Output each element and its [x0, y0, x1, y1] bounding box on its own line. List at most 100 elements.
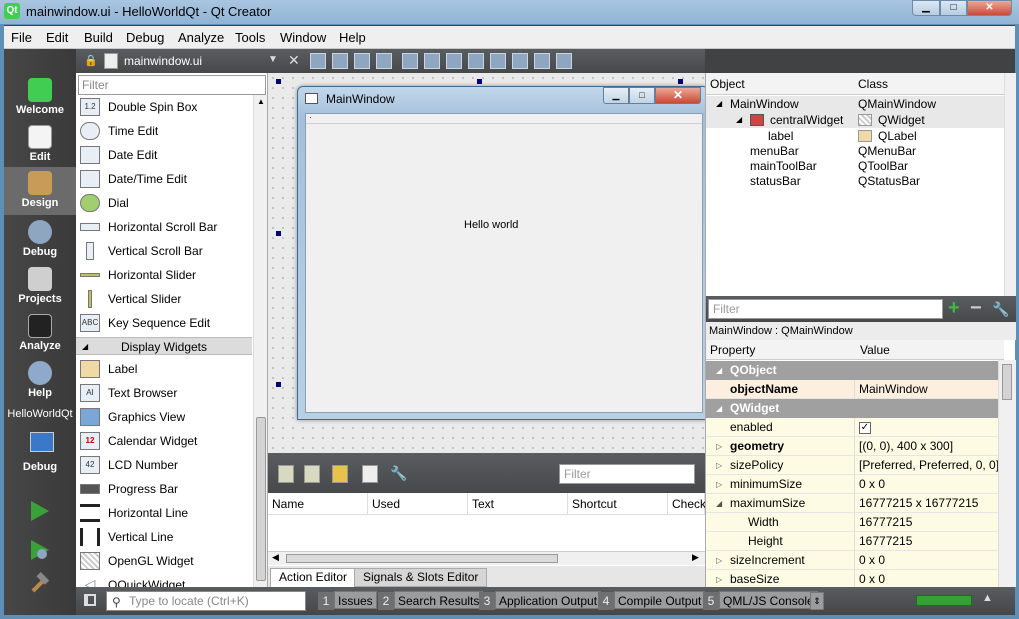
add-dynamic-property-icon[interactable]: +	[948, 298, 960, 318]
new-action-icon[interactable]	[278, 465, 294, 483]
debug-run-icon[interactable]	[28, 538, 52, 562]
tab-signals-slots-editor[interactable]: Signals & Slots Editor	[354, 568, 488, 587]
property-row-height[interactable]: Height 16777215	[706, 532, 998, 551]
menu-tools[interactable]: Tools	[235, 30, 265, 45]
column-header-used[interactable]: Used	[368, 493, 468, 515]
property-value[interactable]: 16777215 x 16777215	[855, 494, 998, 513]
widget-item-vertical-scroll-bar[interactable]: Vertical Scroll Bar	[76, 239, 252, 263]
property-row-width[interactable]: Width 16777215	[706, 513, 998, 532]
scrollbar-thumb[interactable]	[1002, 364, 1012, 400]
scrollbar-thumb[interactable]	[286, 554, 558, 563]
form-central-widget[interactable]: · Hello world	[305, 113, 703, 413]
break-layout-icon[interactable]	[534, 53, 550, 69]
mode-projects[interactable]: Projects	[4, 263, 76, 309]
widget-item-lcd-number[interactable]: 42 LCD Number	[76, 453, 252, 477]
selection-handle[interactable]	[276, 231, 281, 236]
menu-help[interactable]: Help	[339, 30, 366, 45]
property-value[interactable]: [(0, 0), 400 x 300]	[855, 437, 998, 456]
expand-arrow-icon[interactable]: ▷	[716, 570, 722, 587]
property-value[interactable]: [Preferred, Preferred, 0, 0]	[855, 456, 998, 475]
collapse-arrow-icon[interactable]: ◢	[716, 494, 722, 513]
action-filter-input[interactable]: Filter	[559, 464, 695, 484]
widget-item-vertical-line[interactable]: Vertical Line	[76, 525, 252, 549]
window-close-button[interactable]: ✕	[967, 0, 1012, 16]
property-row-sizepolicy[interactable]: sizePolicy ▷ [Preferred, Preferred, 0, 0…	[706, 456, 998, 475]
widget-item-dial[interactable]: Dial	[76, 191, 252, 215]
property-value[interactable]: MainWindow	[855, 380, 998, 399]
property-editor-scrollbar[interactable]	[998, 360, 1016, 587]
widget-item-key-sequence-edit[interactable]: ABC Key Sequence Edit	[76, 311, 252, 335]
configure-wrench-icon[interactable]: 🔧	[390, 465, 407, 482]
scroll-up-arrow-icon[interactable]: ▲	[257, 97, 265, 106]
selection-handle[interactable]	[678, 79, 683, 84]
expand-arrow-icon[interactable]: ▷	[716, 456, 722, 475]
edit-buddies-icon[interactable]	[354, 53, 370, 69]
property-row-maximumsize[interactable]: maximumSize ◢ 16777215 x 16777215	[706, 494, 998, 513]
column-header-class[interactable]: Class	[858, 77, 888, 91]
widget-item-progress-bar[interactable]: Progress Bar	[76, 477, 252, 501]
widget-item-time-edit[interactable]: Time Edit	[76, 119, 252, 143]
property-row-sizeincrement[interactable]: sizeIncrement ▷ 0 x 0	[706, 551, 998, 570]
object-row-label[interactable]: label QLabel	[706, 128, 1004, 144]
widget-item-double-spin-box[interactable]: 1.2 Double Spin Box	[76, 95, 252, 119]
scroll-right-arrow-icon[interactable]: ▶	[692, 552, 699, 563]
layout-form-icon[interactable]	[490, 53, 506, 69]
layout-splitter-h-icon[interactable]	[446, 53, 462, 69]
menu-build[interactable]: Build	[84, 30, 113, 45]
property-row-minimumsize[interactable]: minimumSize ▷ 0 x 0	[706, 475, 998, 494]
category-display-widgets[interactable]: ◢ Display Widgets	[76, 337, 252, 355]
selection-handle[interactable]	[477, 79, 482, 84]
column-header-object[interactable]: Object	[710, 77, 745, 91]
expand-arrow-icon[interactable]: ◢	[716, 96, 722, 112]
output-tab-compile-output[interactable]: 4 Compile Output	[598, 591, 706, 611]
selection-handle[interactable]	[276, 382, 281, 387]
progress-details-up-icon[interactable]: ▲	[982, 592, 993, 604]
widget-box-scrollbar[interactable]: ▲	[253, 95, 267, 587]
column-header-name[interactable]: Name	[268, 493, 368, 515]
build-hammer-icon[interactable]	[28, 572, 52, 596]
object-inspector-scrollbar[interactable]	[1004, 73, 1016, 296]
property-group-qwidget[interactable]: QWidget ◢	[706, 399, 998, 418]
mode-welcome[interactable]: Welcome	[4, 74, 76, 120]
layout-horizontal-icon[interactable]	[402, 53, 418, 69]
object-row-statusbar[interactable]: statusBar QStatusBar	[706, 173, 1004, 189]
menu-analyze[interactable]: Analyze	[178, 30, 224, 45]
mode-analyze[interactable]: Analyze	[4, 310, 76, 356]
object-row-centralwidget[interactable]: ◢ centralWidget QWidget	[706, 112, 1004, 128]
form-minimize-button[interactable]: ▁	[603, 87, 629, 104]
form-maximize-button[interactable]: □	[629, 87, 655, 104]
mode-help[interactable]: Help	[4, 357, 76, 403]
widget-item-horizontal-line[interactable]: Horizontal Line	[76, 501, 252, 525]
widget-item-qquickwidget[interactable]: ◁ QQuickWidget	[76, 573, 252, 587]
enabled-checkbox[interactable]: ✓	[859, 421, 871, 434]
expand-arrow-icon[interactable]: ▷	[716, 437, 722, 456]
remove-dynamic-property-icon[interactable]: −	[970, 298, 982, 318]
layout-grid-icon[interactable]	[512, 53, 528, 69]
edit-signals-slots-icon[interactable]	[332, 53, 348, 69]
open-file-selector[interactable]: mainwindow.ui	[124, 54, 202, 68]
form-preview-window[interactable]: MainWindow ▁ □ ✕ · Hello world	[297, 86, 709, 420]
widget-item-opengl-widget[interactable]: OpenGL Widget	[76, 549, 252, 573]
expand-arrow-icon[interactable]: ◢	[736, 112, 742, 128]
property-value[interactable]: 0 x 0	[855, 475, 998, 494]
property-filter-input[interactable]: Filter	[708, 299, 943, 319]
property-row-geometry[interactable]: geometry ▷ [(0, 0), 400 x 300]	[706, 437, 998, 456]
delete-action-icon[interactable]	[362, 465, 378, 483]
chevron-down-icon[interactable]: ▼	[268, 54, 278, 65]
scrollbar-thumb[interactable]	[256, 417, 266, 581]
target-selector[interactable]: Debug	[4, 428, 76, 474]
tab-action-editor[interactable]: Action Editor	[270, 568, 357, 587]
property-group-qobject[interactable]: QObject ◢	[706, 361, 998, 380]
locator-input[interactable]: Type to locate (Ctrl+K)	[106, 591, 306, 611]
widget-item-vertical-slider[interactable]: Vertical Slider	[76, 287, 252, 311]
hello-world-label[interactable]: Hello world	[464, 219, 518, 231]
column-header-text[interactable]: Text	[468, 493, 568, 515]
expand-arrow-icon[interactable]: ▷	[716, 551, 722, 570]
form-menubar[interactable]: ·	[306, 114, 702, 124]
collapse-arrow-icon[interactable]: ◢	[716, 361, 722, 380]
property-value[interactable]: 0 x 0	[855, 570, 998, 587]
menu-file[interactable]: File	[11, 30, 32, 45]
output-tab-search-results[interactable]: 2 Search Results	[378, 591, 484, 611]
widget-item-text-browser[interactable]: AI Text Browser	[76, 381, 252, 405]
output-tab-qml-js-console[interactable]: 5 QML/JS Console	[703, 591, 818, 611]
